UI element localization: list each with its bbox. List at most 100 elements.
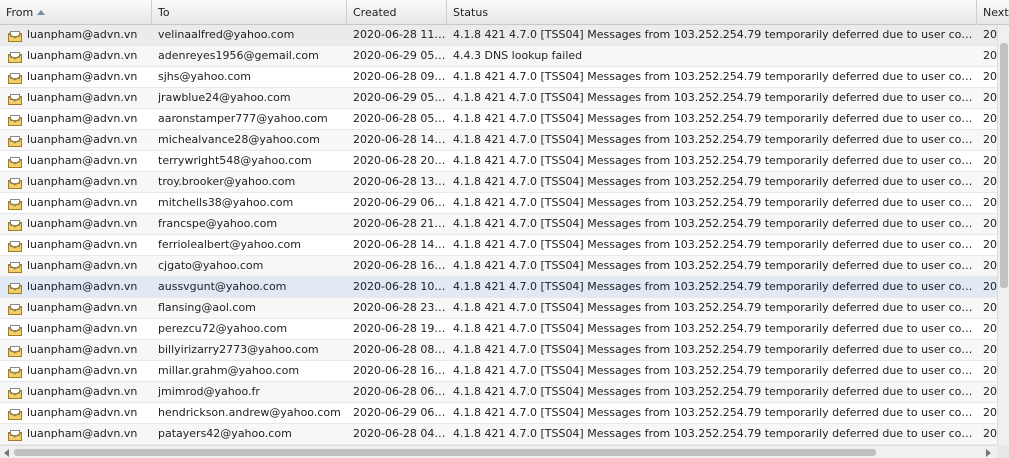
- cell-created: 2020-06-28 16:36: [353, 364, 447, 377]
- cell-status: 4.1.8 421 4.7.0 [TSS04] Messages from 10…: [453, 385, 973, 398]
- column-header-next[interactable]: Next: [977, 0, 1009, 25]
- sort-ascending-icon: [37, 9, 46, 15]
- cell-next: 20: [983, 238, 997, 251]
- cell-to: mitchells38@yahoo.com: [158, 196, 294, 209]
- table-row[interactable]: luanpham@advn.vn michealvance28@yahoo.com…: [0, 130, 997, 151]
- column-header-status-label: Status: [453, 6, 489, 19]
- cell-status: 4.1.8 421 4.7.0 [TSS04] Messages from 10…: [453, 133, 973, 146]
- table-row[interactable]: luanpham@advn.vn aaronstamper777@yahoo.co…: [0, 109, 997, 130]
- cell-from: luanpham@advn.vn: [27, 343, 138, 356]
- table-row[interactable]: luanpham@advn.vn sjhs@yahoo.com 2020-06-28…: [0, 67, 997, 88]
- cell-status: 4.1.8 421 4.7.0 [TSS04] Messages from 10…: [453, 322, 973, 335]
- cell-to: flansing@aol.com: [158, 301, 256, 314]
- cell-created: 2020-06-28 05:04: [353, 112, 447, 125]
- envelope-icon: [8, 197, 22, 210]
- scroll-right-icon[interactable]: [986, 449, 991, 457]
- table-row[interactable]: luanpham@advn.vn flansing@aol.com 2020-06-…: [0, 298, 997, 319]
- cell-to: cjgato@yahoo.com: [158, 259, 264, 272]
- cell-status: 4.1.8 421 4.7.0 [TSS04] Messages from 10…: [453, 238, 973, 251]
- table-row[interactable]: luanpham@advn.vn patayers42@yahoo.com 2020…: [0, 424, 997, 445]
- column-header-created[interactable]: Created: [347, 0, 447, 25]
- cell-status: 4.1.8 421 4.7.0 [TSS04] Messages from 10…: [453, 301, 973, 314]
- cell-to: billyirizarry2773@yahoo.com: [158, 343, 319, 356]
- vertical-scrollbar[interactable]: [997, 25, 1009, 445]
- cell-status: 4.1.8 421 4.7.0 [TSS04] Messages from 10…: [453, 70, 973, 83]
- cell-from: luanpham@advn.vn: [27, 280, 138, 293]
- envelope-icon: [8, 29, 22, 42]
- column-header-to[interactable]: To: [152, 0, 347, 25]
- cell-status: 4.1.8 421 4.7.0 [TSS04] Messages from 10…: [453, 196, 973, 209]
- table-row[interactable]: luanpham@advn.vn aussvgunt@yahoo.com 2020-…: [0, 277, 997, 298]
- cell-next: 20: [983, 28, 997, 41]
- cell-to: terrywright548@yahoo.com: [158, 154, 312, 167]
- grid-header: From To Created Status Next: [0, 0, 1009, 25]
- cell-from: luanpham@advn.vn: [27, 49, 138, 62]
- cell-to: perezcu72@yahoo.com: [158, 322, 288, 335]
- cell-next: 20: [983, 91, 997, 104]
- vertical-scrollbar-thumb[interactable]: [1000, 43, 1008, 288]
- column-header-from-label: From: [6, 6, 34, 19]
- scroll-left-icon[interactable]: [4, 449, 9, 457]
- envelope-icon: [8, 50, 22, 63]
- cell-to: hendrickson.andrew@yahoo.com: [158, 406, 341, 419]
- cell-created: 2020-06-28 14:26: [353, 238, 447, 251]
- cell-from: luanpham@advn.vn: [27, 70, 138, 83]
- table-row[interactable]: luanpham@advn.vn ferriolealbert@yahoo.com…: [0, 235, 997, 256]
- envelope-icon: [8, 239, 22, 252]
- cell-to: jmimrod@yahoo.fr: [158, 385, 260, 398]
- envelope-icon: [8, 365, 22, 378]
- table-row[interactable]: luanpham@advn.vn cjgato@yahoo.com 2020-06-…: [0, 256, 997, 277]
- table-row[interactable]: luanpham@advn.vn francspe@yahoo.com 2020-0…: [0, 214, 997, 235]
- cell-from: luanpham@advn.vn: [27, 112, 138, 125]
- table-row[interactable]: luanpham@advn.vn adenreyes1956@gemail.com…: [0, 46, 997, 67]
- cell-status: 4.1.8 421 4.7.0 [TSS04] Messages from 10…: [453, 112, 973, 125]
- cell-from: luanpham@advn.vn: [27, 196, 138, 209]
- envelope-icon: [8, 386, 22, 399]
- table-row[interactable]: luanpham@advn.vn jmimrod@yahoo.fr 2020-06-…: [0, 382, 997, 403]
- cell-from: luanpham@advn.vn: [27, 301, 138, 314]
- cell-created: 2020-06-28 13:25: [353, 175, 447, 188]
- cell-created: 2020-06-28 06:08: [353, 385, 447, 398]
- table-row[interactable]: luanpham@advn.vn terrywright548@yahoo.com…: [0, 151, 997, 172]
- horizontal-scrollbar[interactable]: [0, 445, 997, 458]
- cell-next: 20: [983, 259, 997, 272]
- cell-created: 2020-06-28 16:37: [353, 259, 447, 272]
- scrollbar-corner: [997, 445, 1009, 458]
- cell-created: 2020-06-29 06:28: [353, 196, 447, 209]
- table-row[interactable]: luanpham@advn.vn velinaalfred@yahoo.com 20…: [0, 25, 997, 46]
- cell-created: 2020-06-28 20:19: [353, 154, 447, 167]
- cell-status: 4.1.8 421 4.7.0 [TSS04] Messages from 10…: [453, 154, 973, 167]
- table-row[interactable]: luanpham@advn.vn troy.brooker@yahoo.com 20…: [0, 172, 997, 193]
- cell-created: 2020-06-29 05:47: [353, 49, 447, 62]
- table-row[interactable]: luanpham@advn.vn hendrickson.andrew@yahoo…: [0, 403, 997, 424]
- cell-to: velinaalfred@yahoo.com: [158, 28, 295, 41]
- table-row[interactable]: luanpham@advn.vn mitchells38@yahoo.com 202…: [0, 193, 997, 214]
- column-header-status[interactable]: Status: [447, 0, 977, 25]
- table-row[interactable]: luanpham@advn.vn billyirizarry2773@yahoo.…: [0, 340, 997, 361]
- cell-created: 2020-06-28 09:47: [353, 70, 447, 83]
- table-row[interactable]: luanpham@advn.vn millar.grahm@yahoo.com 20…: [0, 361, 997, 382]
- cell-status: 4.1.8 421 4.7.0 [TSS04] Messages from 10…: [453, 217, 973, 230]
- horizontal-scrollbar-thumb[interactable]: [14, 449, 876, 456]
- mail-queue-grid: From To Created Status Next luanpham@adv…: [0, 0, 1009, 458]
- envelope-icon: [8, 71, 22, 84]
- envelope-icon: [8, 155, 22, 168]
- cell-from: luanpham@advn.vn: [27, 217, 138, 230]
- cell-next: 20: [983, 196, 997, 209]
- envelope-icon: [8, 113, 22, 126]
- cell-next: 20: [983, 49, 997, 62]
- cell-status: 4.1.8 421 4.7.0 [TSS04] Messages from 10…: [453, 427, 973, 440]
- cell-from: luanpham@advn.vn: [27, 154, 138, 167]
- cell-created: 2020-06-28 23:43: [353, 301, 447, 314]
- cell-status: 4.1.8 421 4.7.0 [TSS04] Messages from 10…: [453, 259, 973, 272]
- grid-body: luanpham@advn.vn velinaalfred@yahoo.com 20…: [0, 25, 997, 445]
- cell-from: luanpham@advn.vn: [27, 259, 138, 272]
- cell-next: 20: [983, 133, 997, 146]
- cell-from: luanpham@advn.vn: [27, 364, 138, 377]
- table-row[interactable]: luanpham@advn.vn jrawblue24@yahoo.com 2020…: [0, 88, 997, 109]
- envelope-icon: [8, 176, 22, 189]
- cell-to: troy.brooker@yahoo.com: [158, 175, 296, 188]
- column-header-created-label: Created: [353, 6, 397, 19]
- table-row[interactable]: luanpham@advn.vn perezcu72@yahoo.com 2020-…: [0, 319, 997, 340]
- column-header-from[interactable]: From: [0, 0, 152, 25]
